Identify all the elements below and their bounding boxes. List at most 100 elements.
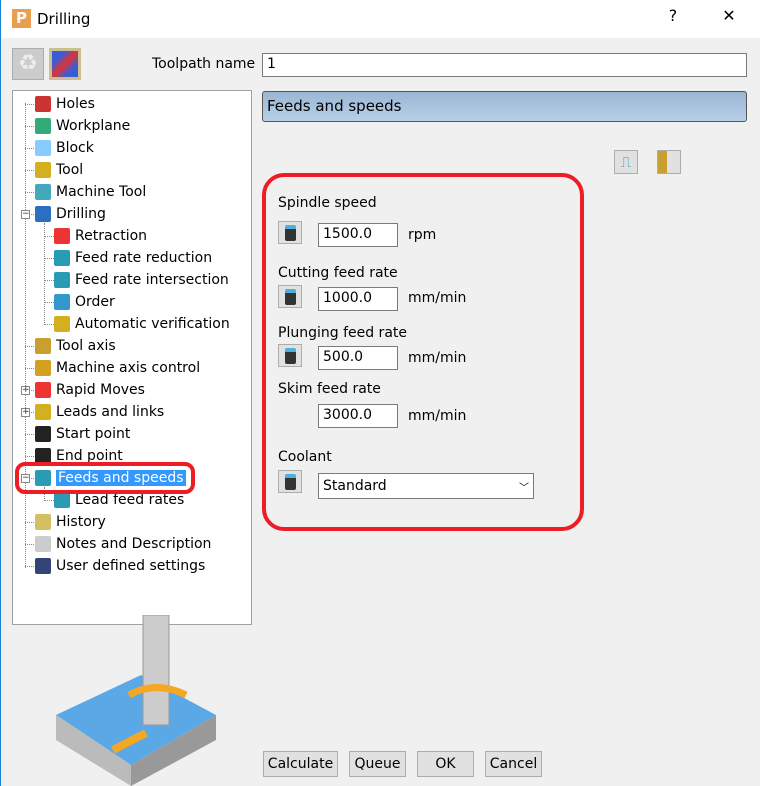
tree-item-label: Order	[75, 294, 115, 310]
tree-item[interactable]: Machine axis control	[35, 358, 200, 378]
coolant-calculator-button[interactable]	[278, 470, 302, 493]
tree-item-icon	[54, 316, 70, 332]
tree-item-icon	[54, 250, 70, 266]
coolant-select[interactable]: Standard ﹀	[318, 473, 534, 499]
tree-item-icon	[35, 360, 51, 376]
tree-item-icon	[54, 228, 70, 244]
tree-item-label: Notes and Description	[56, 536, 212, 552]
coolant-label: Coolant	[278, 449, 332, 465]
tree-item[interactable]: Machine Tool	[35, 182, 146, 202]
spindle-calculator-button[interactable]	[278, 221, 302, 244]
toolpath-name-label: Toolpath name	[152, 56, 256, 72]
spindle-speed-label: Spindle speed	[278, 195, 377, 211]
skim-unit: mm/min	[408, 408, 467, 424]
drilling-illustration	[56, 615, 216, 786]
tree-item-label: Tool axis	[56, 338, 116, 354]
tree-item[interactable]: Workplane	[35, 116, 130, 136]
tree-item-label: Feed rate intersection	[75, 272, 229, 288]
tree-expander[interactable]: +	[21, 408, 30, 417]
tree-line	[44, 223, 45, 325]
help-button[interactable]: ?	[658, 6, 688, 25]
panel-header: Feeds and speeds	[262, 91, 747, 122]
skim-feed-input[interactable]: 3000.0	[318, 404, 398, 428]
tree-expander[interactable]: −	[21, 210, 30, 219]
plunging-calculator-button[interactable]	[278, 344, 302, 367]
tree-item-label: Rapid Moves	[56, 382, 145, 398]
tree-item[interactable]: Retraction	[54, 226, 147, 246]
tree-item[interactable]: Start point	[35, 424, 130, 444]
tree-item-icon	[35, 206, 51, 222]
spindle-speed-input[interactable]: 1500.0	[318, 223, 398, 247]
tree-item-label: Block	[56, 140, 94, 156]
cutting-feed-label: Cutting feed rate	[278, 265, 398, 281]
tree-item[interactable]: Automatic verification	[54, 314, 230, 334]
tree-item-label: Workplane	[56, 118, 131, 134]
tree-item-icon	[35, 536, 51, 552]
toolpath-tree[interactable]: Holes Workplane Block Tool Machine Tool − Dril…	[12, 90, 252, 625]
calculator-icon	[284, 288, 296, 305]
tree-item[interactable]: Holes	[35, 94, 95, 114]
tree-item-icon	[35, 558, 51, 574]
tree-item-label: Tool	[56, 162, 84, 178]
panel-title: Feeds and speeds	[267, 97, 402, 115]
tree-item-icon	[35, 338, 51, 354]
calculator-icon	[284, 224, 296, 241]
tree-expander[interactable]: +	[21, 386, 30, 395]
toolpath-name-input[interactable]: 1	[262, 53, 747, 77]
tree-item[interactable]: Order	[54, 292, 115, 312]
tree-item-icon	[54, 492, 70, 508]
tree-item-label: Feed rate reduction	[75, 250, 213, 266]
tree-item-icon	[35, 514, 51, 530]
tool-body	[142, 615, 170, 726]
tree-item-label: Automatic verification	[75, 316, 230, 332]
tree-item[interactable]: User defined settings	[35, 556, 205, 576]
calculator-icon	[284, 347, 296, 364]
tree-item[interactable]: Leads and links	[35, 402, 164, 422]
cancel-button[interactable]: Cancel	[485, 751, 542, 777]
tool-feed-icon[interactable]	[657, 150, 681, 174]
tree-line	[25, 103, 26, 568]
tree-item[interactable]: Feed rate reduction	[54, 248, 212, 268]
tree-item-icon	[54, 272, 70, 288]
tree-item[interactable]: History	[35, 512, 106, 532]
tree-item[interactable]: Feed rate intersection	[54, 270, 229, 290]
tree-item[interactable]: Rapid Moves	[35, 380, 145, 400]
title-bar: P Drilling ? ✕	[1, 0, 760, 38]
calculator-icon	[284, 473, 296, 490]
tree-item[interactable]: Block	[35, 138, 94, 158]
tree-item[interactable]: Tool axis	[35, 336, 116, 356]
thumbnail-icon[interactable]	[49, 48, 81, 80]
plunging-feed-input[interactable]: 500.0	[318, 346, 398, 370]
reset-icon[interactable]: ♻	[12, 48, 44, 80]
tree-item-icon	[54, 294, 70, 310]
tree-item[interactable]: Drilling	[35, 204, 106, 224]
queue-button[interactable]: Queue	[349, 751, 406, 777]
tree-item-label: Start point	[56, 426, 131, 442]
plunging-unit: mm/min	[408, 350, 467, 366]
tree-item-label: Retraction	[75, 228, 148, 244]
tree-item-icon	[35, 140, 51, 156]
feed-rate-icon[interactable]: ⎍	[614, 150, 638, 174]
tree-item-label: Drilling	[56, 206, 106, 222]
ok-button[interactable]: OK	[417, 751, 474, 777]
tree-item-icon	[35, 426, 51, 442]
cutting-feed-input[interactable]: 1000.0	[318, 287, 398, 311]
cutting-calculator-button[interactable]	[278, 285, 302, 308]
tree-item-label: History	[56, 514, 106, 530]
app-logo-icon: P	[12, 9, 31, 28]
plunging-feed-label: Plunging feed rate	[278, 325, 407, 341]
tree-item-icon	[35, 184, 51, 200]
window-title: Drilling	[37, 10, 91, 28]
spindle-unit: rpm	[408, 227, 437, 243]
tree-item-icon	[35, 404, 51, 420]
tree-item[interactable]: Notes and Description	[35, 534, 211, 554]
close-button[interactable]: ✕	[714, 6, 744, 25]
tree-item-icon	[35, 118, 51, 134]
tree-item-icon	[35, 382, 51, 398]
tree-item[interactable]: Tool	[35, 160, 83, 180]
coolant-value: Standard	[323, 478, 387, 494]
tree-item-label: Machine axis control	[56, 360, 201, 376]
calculate-button[interactable]: Calculate	[263, 751, 338, 777]
tree-item-label: Lead feed rates	[75, 492, 185, 508]
tree-item-icon	[35, 96, 51, 112]
